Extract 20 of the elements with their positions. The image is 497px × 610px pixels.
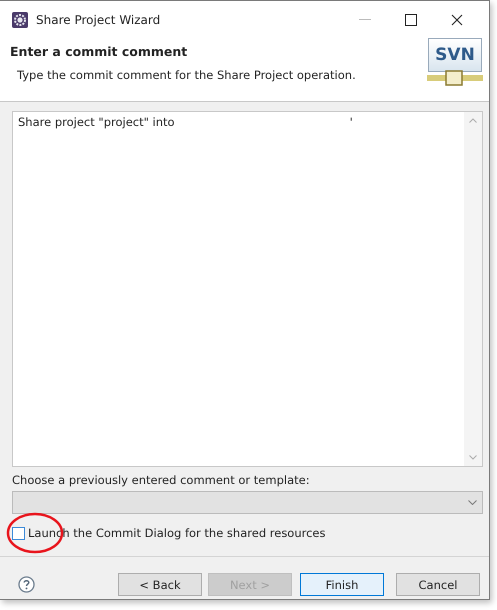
checkbox[interactable] xyxy=(12,526,25,540)
page-title: Enter a commit comment xyxy=(10,44,188,59)
template-label: Choose a previously entered comment or template: xyxy=(12,473,311,487)
minimize-icon[interactable] xyxy=(359,18,371,20)
scroll-down-icon[interactable] xyxy=(469,455,477,460)
wizard-button[interactable]: Finish xyxy=(300,573,384,596)
comment-field[interactable]: Share project "project" into ' xyxy=(12,111,483,467)
comment-text-fragment: ' xyxy=(350,115,353,129)
scrollbar[interactable] xyxy=(464,112,482,466)
window-title: Share Project Wizard xyxy=(36,12,160,26)
page-description: Type the commit comment for the Share Project operation. xyxy=(16,68,357,82)
scroll-up-icon[interactable] xyxy=(469,118,477,123)
comment-text: Share project "project" into xyxy=(18,115,175,129)
wizard-button[interactable]: Cancel xyxy=(396,573,480,596)
help-icon[interactable] xyxy=(18,576,35,593)
maximize-icon[interactable] xyxy=(405,14,417,26)
wizard-button[interactable]: < Back xyxy=(118,573,202,596)
chevron-down-icon xyxy=(468,500,477,505)
close-icon[interactable] xyxy=(451,14,463,26)
gear-icon xyxy=(12,12,28,28)
